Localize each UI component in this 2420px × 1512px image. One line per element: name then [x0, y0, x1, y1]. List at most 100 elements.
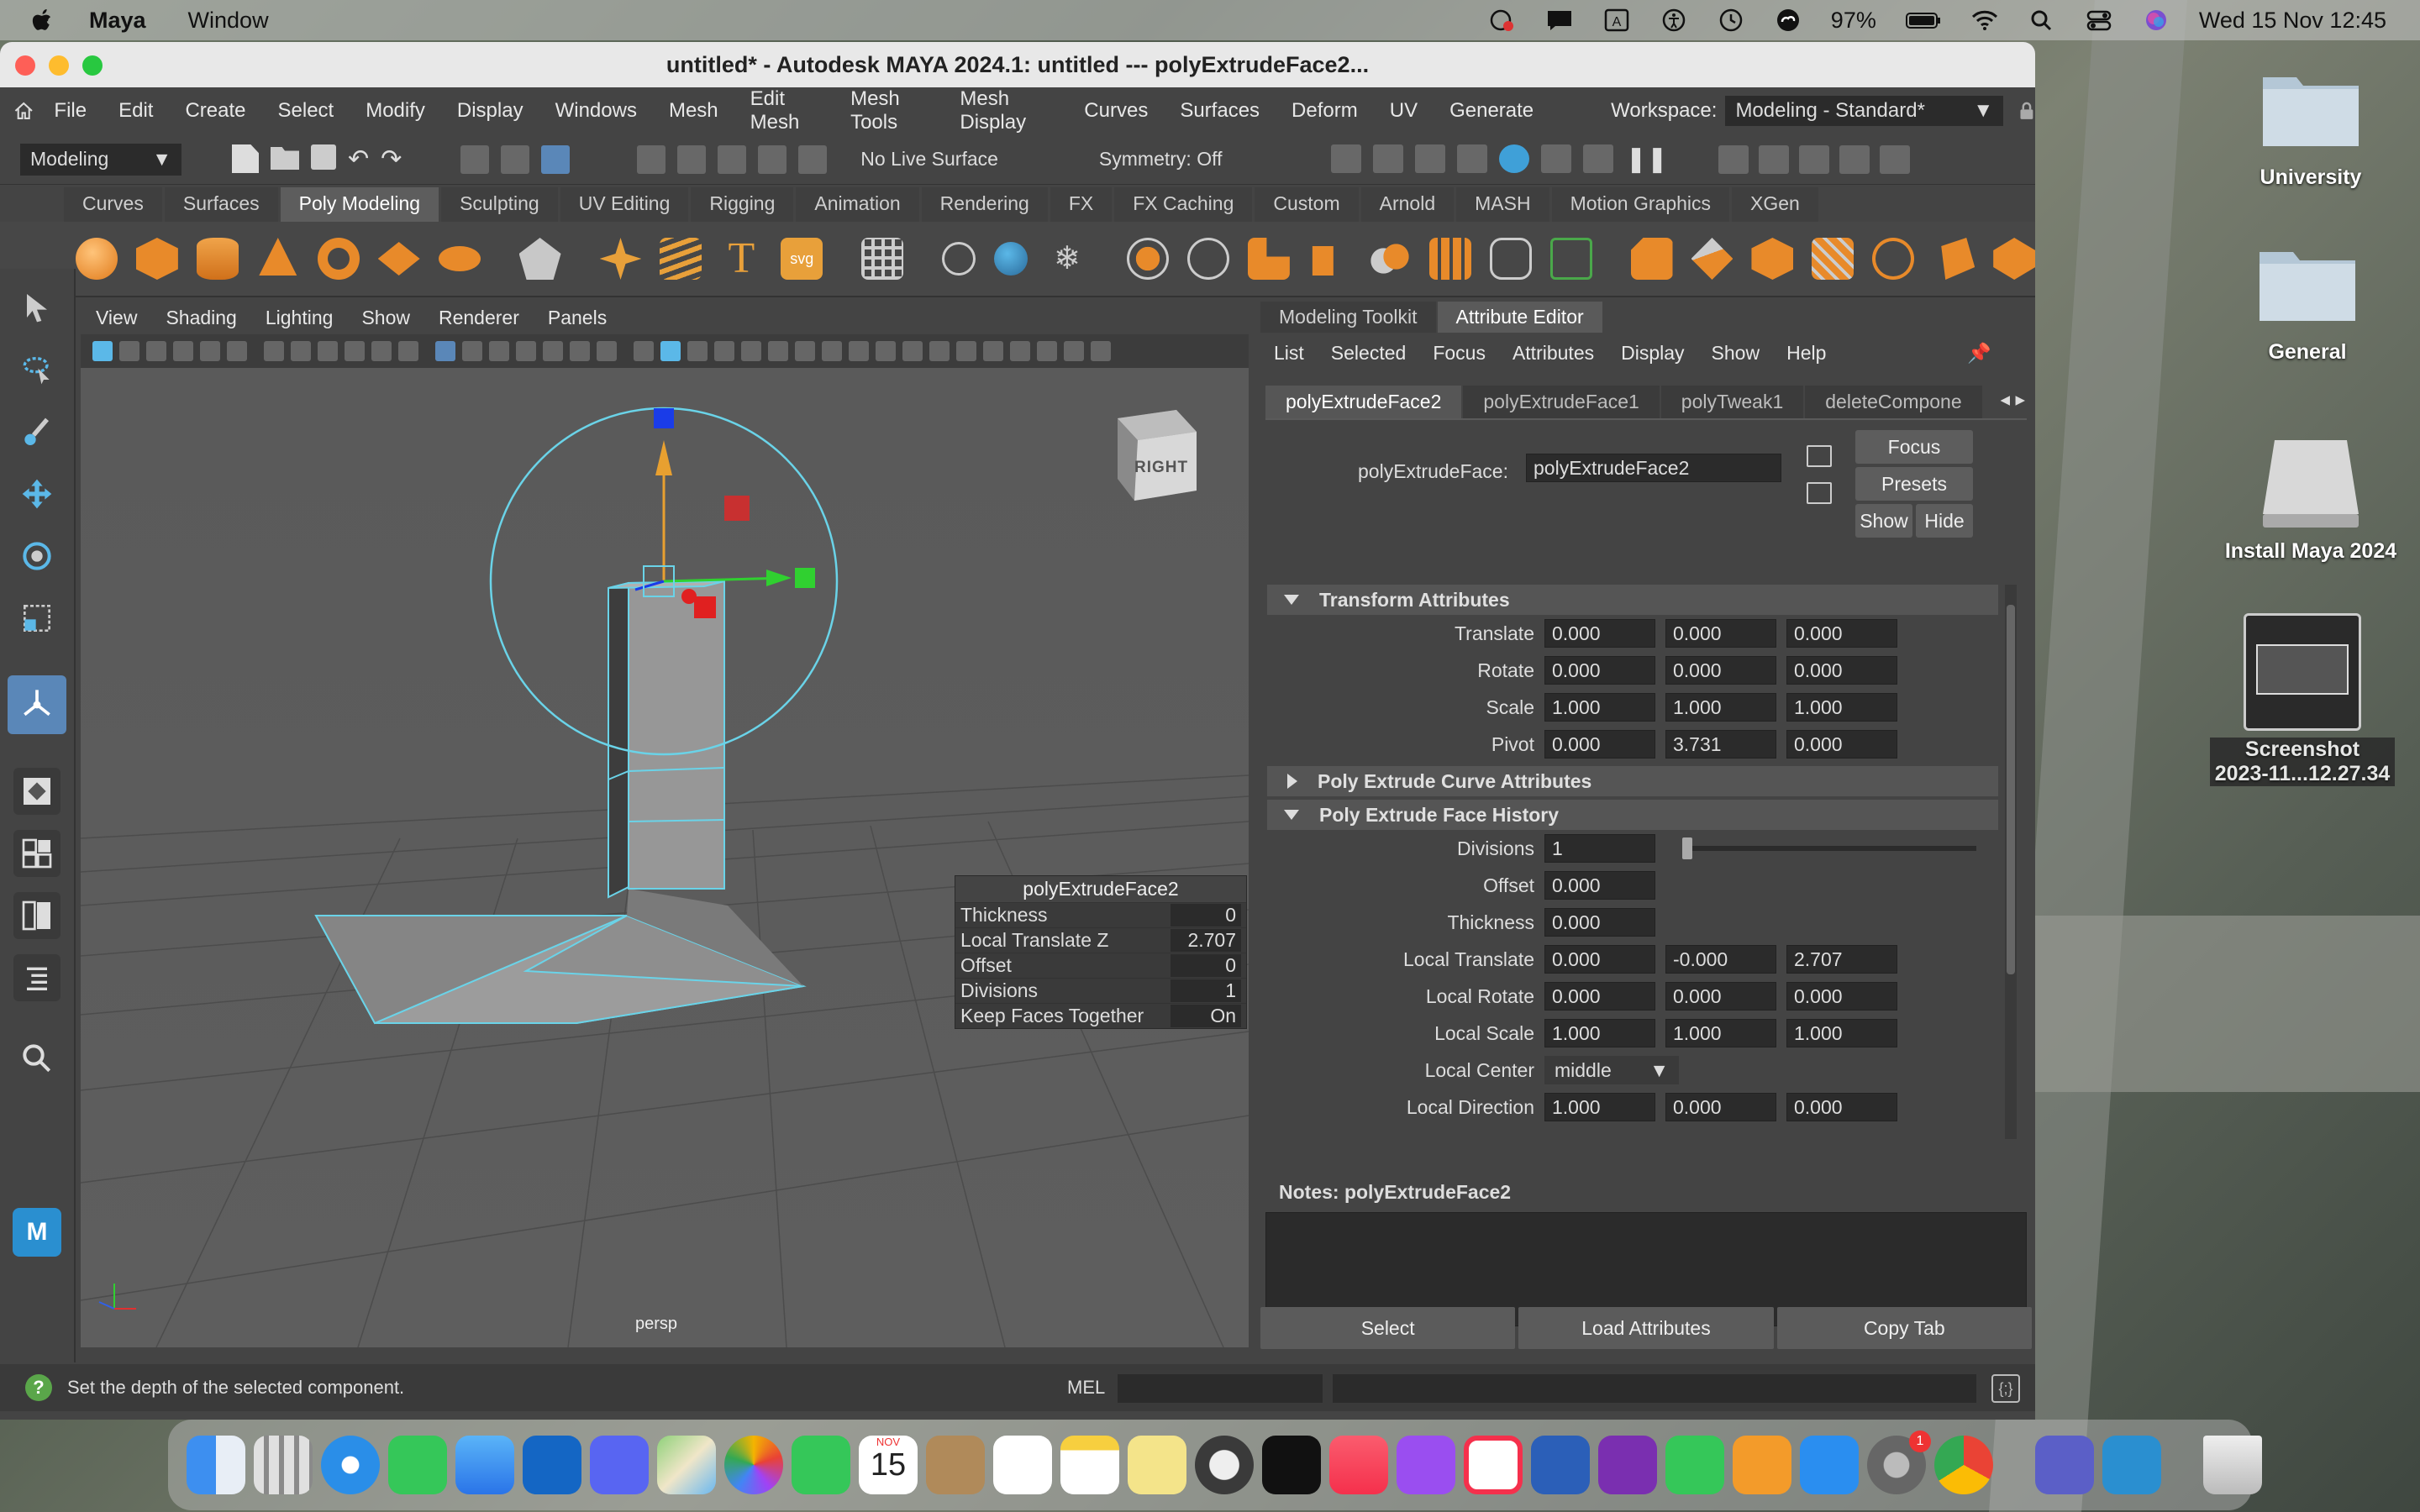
ae-scrollbar[interactable]: [2005, 585, 2017, 1139]
mash-grid-icon[interactable]: [861, 238, 904, 280]
combine-icon[interactable]: [1127, 238, 1169, 280]
shelf-tab-custom[interactable]: Custom: [1255, 187, 1359, 222]
save-scene-icon[interactable]: [311, 144, 336, 170]
lasso-tool-button[interactable]: [13, 346, 60, 393]
menu-surfaces[interactable]: Surfaces: [1180, 99, 1260, 123]
attr-field[interactable]: 0.000: [1665, 656, 1776, 685]
extrude-icon[interactable]: [1549, 238, 1592, 280]
fill-hole-icon[interactable]: [1751, 238, 1794, 280]
new-scene-icon[interactable]: [232, 144, 259, 173]
in-view-value[interactable]: 0: [1171, 904, 1241, 927]
pencil-icon[interactable]: [398, 341, 418, 361]
sweep-mesh-icon[interactable]: [660, 238, 702, 280]
move-tool-button[interactable]: [13, 470, 60, 517]
panel-layout-icon[interactable]: [1091, 341, 1111, 361]
in-view-row-keep-faces-together[interactable]: Keep Faces Together On: [955, 1003, 1246, 1028]
search-button[interactable]: [13, 1035, 60, 1082]
shelf-tab-surfaces[interactable]: Surfaces: [164, 187, 278, 222]
ae-menu-attributes[interactable]: Attributes: [1512, 342, 1594, 365]
color-management-icon[interactable]: [1064, 341, 1084, 361]
attr-field[interactable]: 0.000: [1544, 619, 1655, 648]
paint-select-button[interactable]: [13, 408, 60, 455]
attr-field[interactable]: 0.000: [1544, 656, 1655, 685]
svg-tool-icon[interactable]: svg: [781, 238, 823, 280]
command-line-input[interactable]: [1118, 1374, 1323, 1403]
freeze-icon[interactable]: ❄: [1046, 238, 1088, 280]
menuset-dropdown[interactable]: Modeling ▼: [20, 143, 182, 176]
target-weld-icon[interactable]: [1872, 238, 1915, 280]
multisample-icon[interactable]: [849, 341, 869, 361]
shelf-tab-fx[interactable]: FX: [1050, 187, 1113, 222]
snap-grid-icon[interactable]: [637, 144, 666, 174]
divisions-slider[interactable]: [1682, 837, 1976, 859]
smooth-shade-icon[interactable]: [660, 341, 681, 361]
snap-point-icon[interactable]: [718, 144, 747, 174]
modeling-toolkit-toggle-icon[interactable]: [1718, 144, 1749, 174]
attr-field[interactable]: 3.731: [1665, 730, 1776, 759]
launchpad-icon[interactable]: [254, 1436, 313, 1494]
creative-cloud-icon[interactable]: [1774, 8, 1802, 33]
shelf-tab-arnold[interactable]: Arnold: [1360, 187, 1455, 222]
bevel-icon[interactable]: [1630, 238, 1673, 280]
in-view-value[interactable]: 2.707: [1171, 929, 1241, 952]
focus-button[interactable]: Focus: [1855, 430, 1973, 464]
multi-cut-icon[interactable]: [1812, 238, 1854, 280]
quad-draw-icon[interactable]: [1941, 238, 1975, 280]
quicktime-icon[interactable]: [1195, 1436, 1254, 1494]
safari-icon[interactable]: [321, 1436, 380, 1494]
screen-space-ao-icon[interactable]: [795, 341, 815, 361]
menu-create[interactable]: Create: [185, 99, 245, 123]
ae-menu-help[interactable]: Help: [1786, 342, 1826, 365]
select-component-icon[interactable]: [541, 144, 571, 174]
shelf-tab-sculpting[interactable]: Sculpting: [441, 187, 558, 222]
super-shape-icon[interactable]: [599, 238, 642, 280]
menubar-window[interactable]: Window: [188, 8, 269, 34]
menu-deform[interactable]: Deform: [1292, 99, 1358, 123]
menu-mesh-display[interactable]: Mesh Display: [960, 87, 1052, 134]
poly-disc-icon[interactable]: [438, 246, 481, 271]
in-view-value[interactable]: On: [1171, 1005, 1241, 1027]
presets-button[interactable]: Presets: [1855, 467, 1973, 501]
poly-sphere-icon[interactable]: [76, 238, 118, 280]
snap-view-icon[interactable]: [758, 144, 787, 174]
in-view-row-divisions[interactable]: Divisions 1: [955, 978, 1246, 1003]
rotate-tool-button[interactable]: [13, 533, 60, 580]
attr-field[interactable]: 2.707: [1786, 945, 1897, 974]
reminders-icon[interactable]: [993, 1436, 1052, 1494]
outlook-icon[interactable]: [523, 1436, 581, 1494]
calendar-icon[interactable]: NOV 15: [859, 1436, 918, 1494]
attr-field[interactable]: 0.000: [1665, 619, 1776, 648]
zoom-button[interactable]: [82, 55, 103, 76]
bridge-icon[interactable]: [1489, 238, 1532, 280]
scroll-thumb[interactable]: [2007, 605, 2015, 974]
menubar-clock[interactable]: Wed 15 Nov 12:45: [2199, 8, 2386, 34]
camera-icon[interactable]: [264, 341, 284, 361]
messages-icon[interactable]: [388, 1436, 447, 1494]
select-object-icon[interactable]: [501, 144, 530, 174]
attr-field[interactable]: 1.000: [1544, 1093, 1655, 1121]
shelf-tab-rendering[interactable]: Rendering: [921, 187, 1048, 222]
scale-tool-button[interactable]: [13, 595, 60, 642]
select-tool-button[interactable]: [13, 284, 60, 331]
pages-icon[interactable]: [1733, 1436, 1791, 1494]
node-tab-polyextrudeface2[interactable]: polyExtrudeFace2: [1265, 386, 1462, 418]
live-surface-label[interactable]: No Live Surface: [860, 148, 998, 171]
menu-display[interactable]: Display: [457, 99, 523, 123]
shelf-tab-curves[interactable]: Curves: [64, 187, 162, 222]
render-setup-icon[interactable]: [1541, 144, 1572, 173]
battery-icon[interactable]: [1905, 8, 1942, 33]
safe-title-icon[interactable]: [597, 341, 617, 361]
attr-field[interactable]: 0.000: [1665, 1093, 1776, 1121]
redo-icon[interactable]: ↷: [381, 144, 402, 174]
symmetry-label[interactable]: Symmetry: Off: [1099, 148, 1223, 171]
pin-icon[interactable]: 📌: [1967, 342, 1991, 365]
poly-cylinder-icon[interactable]: [196, 238, 239, 280]
snap-surface-icon[interactable]: [798, 144, 828, 174]
podcasts-icon[interactable]: [1397, 1436, 1455, 1494]
spotlight-search-icon[interactable]: [2028, 8, 2056, 33]
channel-box-toggle-icon[interactable]: [1879, 144, 1910, 174]
ae-menu-list[interactable]: List: [1274, 342, 1304, 365]
type-tool-icon[interactable]: T: [720, 237, 762, 281]
viewport-menu-shading[interactable]: Shading: [166, 307, 236, 329]
viewport-menu-view[interactable]: View: [96, 307, 137, 329]
